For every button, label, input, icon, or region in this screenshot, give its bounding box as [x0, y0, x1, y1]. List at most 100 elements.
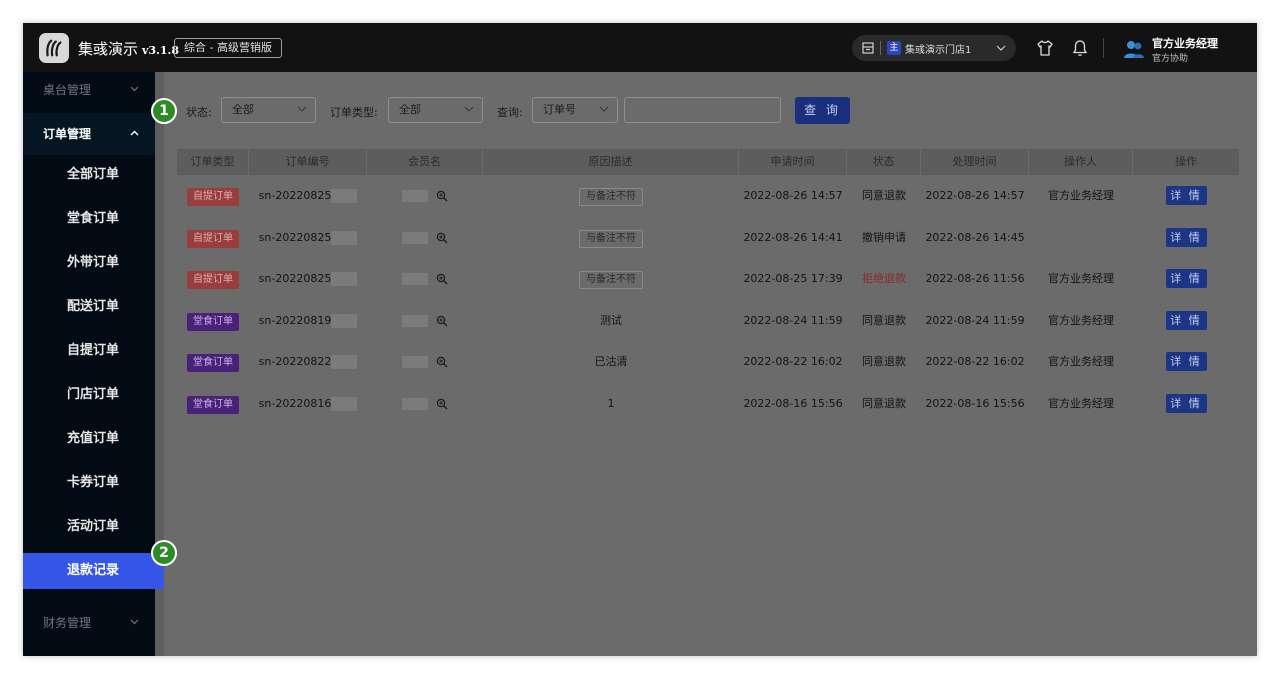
column-header-apply-time: 申请时间: [739, 149, 847, 175]
detail-button[interactable]: 详 情: [1165, 352, 1207, 372]
reason-text: 1: [607, 397, 615, 410]
sidebar-group-label: 订单管理: [43, 127, 92, 141]
detail-button[interactable]: 详 情: [1165, 227, 1207, 247]
chevron-down-icon: [599, 98, 609, 122]
redacted-member: [402, 314, 428, 327]
reason-tag: 与备注不符: [579, 229, 643, 248]
table-cell: 官方业务经理: [1029, 341, 1133, 382]
detail-button[interactable]: 详 情: [1165, 269, 1207, 289]
sidebar-item-dine-in-orders[interactable]: 堂食订单: [23, 201, 155, 237]
store-switcher[interactable]: 主 集彧演示门店1: [852, 35, 1016, 61]
step-badge-1: 1: [151, 98, 177, 124]
user-name[interactable]: 官方业务经理: [1152, 35, 1218, 51]
user-avatar-icon[interactable]: [1123, 39, 1145, 59]
chevron-up-icon: [130, 113, 139, 155]
store-name: 集彧演示门店1: [905, 44, 972, 56]
main-store-tag: 主: [887, 41, 901, 55]
sidebar-group-label: 财务管理: [43, 616, 92, 630]
bell-icon[interactable]: [1071, 39, 1089, 57]
redacted-block: [331, 397, 358, 411]
status-filter-select[interactable]: 全部: [221, 97, 316, 123]
table-cell: 详 情: [1133, 217, 1239, 258]
top-bar: 集彧演示 v3.1.8 综合 - 高级营销版 主 集彧演示门店1 官方业务经理 官…: [23, 23, 1257, 72]
operator-name: 官方业务经理: [1048, 397, 1114, 410]
process-time: 2022-08-24 11:59: [925, 313, 1025, 327]
sidebar-item-refund-records[interactable]: 退款记录: [23, 553, 164, 589]
column-header-order-type: 订单类型: [177, 149, 249, 175]
query-label: 查询:: [497, 106, 523, 119]
toolbar-divider: [1103, 38, 1104, 58]
column-header-operator: 操作人: [1029, 149, 1133, 175]
order-number: sn-20220825: [258, 189, 332, 202]
table-cell: 2022-08-16 15:56: [921, 383, 1029, 424]
sidebar-group-orders[interactable]: 订单管理: [23, 113, 155, 155]
redacted-block: [331, 272, 358, 287]
zoom-in-icon[interactable]: [436, 398, 448, 410]
sidebar-item-coupon-orders[interactable]: 卡券订单: [23, 465, 155, 501]
sidebar-item-takeaway-orders[interactable]: 外带订单: [23, 245, 155, 281]
table-cell: 1: [483, 383, 739, 424]
table-cell: 详 情: [1133, 258, 1239, 299]
order-type-tag: 堂食订单: [187, 396, 239, 414]
status-text: 撤销申请: [862, 230, 906, 244]
table-cell: sn-20220819: [249, 300, 367, 341]
detail-button[interactable]: 详 情: [1165, 186, 1207, 205]
table-cell: 撤销申请: [847, 217, 921, 258]
operator-name: 官方业务经理: [1048, 272, 1114, 286]
zoom-in-icon[interactable]: [436, 273, 448, 285]
zoom-in-icon[interactable]: [436, 315, 448, 327]
order-type-tag: 堂食订单: [187, 354, 239, 373]
table-row: 自提订单 sn-20220825 与备注不符 2022-08-26 14:57 同意退款…: [177, 175, 1239, 216]
sidebar-group-table[interactable]: 桌台管理: [23, 72, 155, 108]
table-cell: 同意退款: [847, 175, 921, 216]
reason-tag: 与备注不符: [579, 271, 643, 290]
table-row: 堂食订单 sn-20220819 测试 2022-08-24 11:59 同意退款 202…: [177, 300, 1239, 341]
table-cell: 与备注不符: [483, 258, 739, 299]
status-filter-label: 状态:: [186, 106, 212, 119]
column-header-order-no: 订单编号: [249, 149, 367, 175]
sidebar-item-pickup-orders[interactable]: 自提订单: [23, 333, 155, 369]
table-cell: 官方业务经理: [1029, 383, 1133, 424]
process-time: 2022-08-22 16:02: [925, 355, 1025, 369]
process-time: 2022-08-26 11:56: [925, 272, 1025, 286]
apply-time: 2022-08-16 15:56: [743, 397, 843, 410]
reason-text: 测试: [600, 313, 622, 327]
table-cell: 拒绝退款: [847, 258, 921, 299]
table-cell: 官方业务经理: [1029, 175, 1133, 216]
order-type-filter-select[interactable]: 全部: [388, 97, 483, 123]
table-cell: sn-20220822: [249, 341, 367, 382]
shirt-icon[interactable]: [1036, 39, 1054, 57]
sidebar-item-store-orders[interactable]: 门店订单: [23, 377, 155, 413]
query-field-select[interactable]: 订单号: [532, 97, 618, 123]
sidebar-item-all-orders[interactable]: 全部订单: [23, 157, 155, 193]
main-content: 状态: 全部 订单类型: 全部 查询: 订单号 查 询 订单类型 订单编号 会员…: [164, 72, 1257, 656]
operator-name: 官方业务经理: [1048, 313, 1114, 327]
table-cell: 详 情: [1133, 300, 1239, 341]
search-button[interactable]: 查 询: [795, 97, 850, 124]
process-time: 2022-08-16 15:56: [925, 397, 1025, 410]
zoom-in-icon[interactable]: [436, 190, 448, 202]
table-cell: 2022-08-25 17:39: [739, 258, 847, 299]
table-cell: 详 情: [1133, 175, 1239, 216]
sidebar-item-recharge-orders[interactable]: 充值订单: [23, 421, 155, 457]
sidebar-item-delivery-orders[interactable]: 配送订单: [23, 289, 155, 325]
sidebar-group-finance[interactable]: 财务管理: [23, 605, 155, 641]
table-cell: 官方业务经理: [1029, 258, 1133, 299]
detail-button[interactable]: 详 情: [1165, 394, 1207, 413]
detail-button[interactable]: 详 情: [1165, 310, 1207, 330]
table-cell: 详 情: [1133, 383, 1239, 424]
query-input[interactable]: [624, 97, 781, 123]
zoom-in-icon[interactable]: [436, 356, 448, 368]
table-cell: 官方业务经理: [1029, 300, 1133, 341]
order-type-filter-label: 订单类型:: [330, 106, 378, 119]
zoom-in-icon[interactable]: [436, 232, 448, 244]
redacted-member: [402, 273, 428, 286]
table-cell: [367, 300, 483, 341]
table-cell: sn-20220825: [249, 217, 367, 258]
order-type-tag: 自提订单: [187, 271, 239, 290]
column-header-member: 会员名: [367, 149, 483, 175]
order-type-tag: 自提订单: [187, 188, 239, 206]
chevron-down-icon: [464, 98, 474, 122]
sidebar-item-activity-orders[interactable]: 活动订单: [23, 509, 155, 545]
order-type-tag: 堂食订单: [187, 312, 239, 331]
